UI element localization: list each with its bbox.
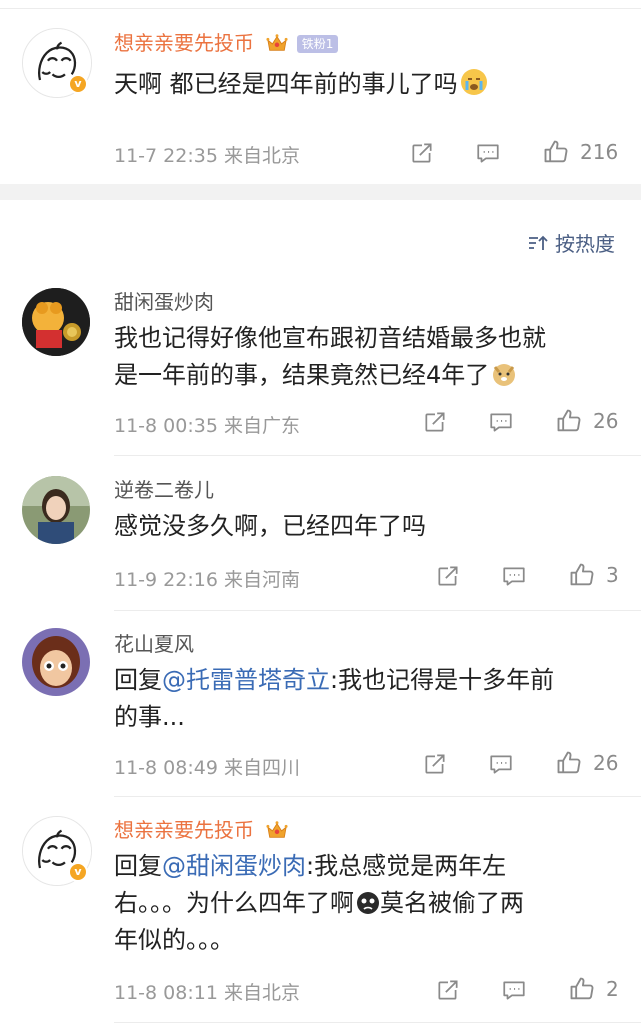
comment-text-fragment: :我也记得是十多年前 bbox=[330, 666, 555, 694]
comment-text-line: 的事... bbox=[114, 703, 185, 731]
comment-button[interactable] bbox=[488, 751, 514, 777]
comment-button[interactable] bbox=[475, 140, 501, 166]
comment-meta: 11-7 22:35 来自北京 bbox=[114, 141, 300, 168]
comment-location: 来自四川 bbox=[223, 757, 300, 779]
repost-icon bbox=[435, 977, 461, 1003]
like-icon bbox=[542, 138, 570, 166]
commenter-name[interactable]: 逆卷二卷儿 bbox=[114, 478, 214, 502]
like-icon bbox=[555, 407, 583, 435]
repost-button[interactable] bbox=[422, 751, 448, 777]
repost-button[interactable] bbox=[435, 977, 461, 1003]
commenter-name[interactable]: 想亲亲要先投币 bbox=[114, 818, 288, 842]
comment-text-line: 我也记得好像他宣布跟初音结婚最多也就 bbox=[114, 324, 546, 352]
mention-link[interactable]: @甜闲蛋炒肉 bbox=[162, 852, 306, 880]
fan-badge[interactable]: 铁粉1 bbox=[296, 35, 339, 53]
like-button[interactable]: 3 bbox=[568, 561, 619, 589]
reply-prefix: 回复 bbox=[114, 852, 162, 880]
like-icon bbox=[568, 975, 596, 1003]
like-count: 3 bbox=[606, 563, 619, 587]
divider bbox=[114, 1022, 641, 1023]
comment-text-line: 回复@托雷普塔奇立:我也记得是十多年前 bbox=[114, 662, 624, 699]
sort-icon bbox=[529, 235, 548, 250]
like-icon bbox=[568, 561, 596, 589]
comment-icon bbox=[501, 977, 527, 1003]
commenter-name-text[interactable]: 想亲亲要先投币 bbox=[114, 818, 254, 842]
comment-button[interactable] bbox=[488, 409, 514, 435]
sort-button[interactable]: 按热度 bbox=[527, 228, 615, 257]
avatar[interactable] bbox=[22, 288, 90, 356]
like-button[interactable]: 26 bbox=[555, 407, 618, 435]
comment-time: 11-7 22:35 bbox=[114, 145, 218, 167]
comment-button[interactable] bbox=[501, 563, 527, 589]
repost-icon bbox=[435, 563, 461, 589]
comment-text-line: 回复@甜闲蛋炒肉:我总感觉是两年左 bbox=[114, 848, 624, 885]
comment-text: 我也记得好像他宣布跟初音结婚最多也就 是一年前的事，结果竟然已经4年了 bbox=[114, 320, 624, 394]
doge-emoji-icon bbox=[493, 364, 516, 386]
like-count: 26 bbox=[593, 409, 619, 433]
comment-meta: 11-9 22:16 来自河南 bbox=[114, 565, 300, 592]
comment-text: 感觉没多久啊，已经四年了吗 bbox=[114, 512, 426, 540]
repost-button[interactable] bbox=[435, 563, 461, 589]
crown-icon bbox=[266, 820, 288, 840]
crying-emoji-icon bbox=[460, 69, 487, 95]
comment-location: 来自北京 bbox=[223, 982, 300, 1004]
comment-icon bbox=[501, 563, 527, 589]
comment-meta: 11-8 08:11 来自北京 bbox=[114, 978, 300, 1005]
commenter-name[interactable]: 甜闲蛋炒肉 bbox=[114, 290, 214, 314]
repost-button[interactable] bbox=[409, 140, 435, 166]
commenter-name[interactable]: 花山夏风 bbox=[114, 632, 194, 656]
divider bbox=[114, 455, 641, 456]
section-divider bbox=[0, 184, 641, 200]
comment-time: 11-8 08:49 bbox=[114, 757, 218, 779]
comment-text: 天啊 都已经是四年前的事儿了吗 bbox=[114, 66, 624, 103]
mention-link[interactable]: @托雷普塔奇立 bbox=[162, 666, 330, 694]
comment-text-fragment: 莫名被偷了两 bbox=[380, 889, 524, 917]
comment-time: 11-8 00:35 bbox=[114, 415, 218, 437]
comment-button[interactable] bbox=[501, 977, 527, 1003]
avatar[interactable] bbox=[22, 628, 90, 696]
comment-meta: 11-8 08:49 来自四川 bbox=[114, 753, 300, 780]
repost-icon bbox=[422, 751, 448, 777]
avatar[interactable] bbox=[22, 476, 90, 544]
like-count: 216 bbox=[580, 140, 619, 164]
reply-prefix: 回复 bbox=[114, 666, 162, 694]
verified-badge-icon: v bbox=[68, 74, 88, 94]
top-divider bbox=[0, 0, 641, 9]
comment-text: 回复@甜闲蛋炒肉:我总感觉是两年左 右。。。为什么四年了啊 莫名被偷了两 年似的。… bbox=[114, 848, 624, 959]
like-icon bbox=[555, 749, 583, 777]
comment-meta: 11-8 00:35 来自广东 bbox=[114, 411, 300, 438]
like-count: 26 bbox=[593, 751, 619, 775]
comment-location: 来自广东 bbox=[223, 415, 300, 437]
comment-text-fragment: :我总感觉是两年左 bbox=[306, 852, 507, 880]
comment-time: 11-8 08:11 bbox=[114, 982, 218, 1004]
comment-text-line: 右。。。为什么四年了啊 莫名被偷了两 bbox=[114, 885, 624, 922]
comment-icon bbox=[488, 409, 514, 435]
commenter-name[interactable]: 想亲亲要先投币 铁粉1 bbox=[114, 31, 339, 55]
repost-icon bbox=[422, 409, 448, 435]
like-button[interactable]: 2 bbox=[568, 975, 619, 1003]
like-count: 2 bbox=[606, 977, 619, 1001]
comment-text-line: 年似的。。。 bbox=[114, 926, 234, 954]
comment-text-line: 是一年前的事，结果竟然已经4年了 bbox=[114, 357, 624, 394]
divider bbox=[114, 796, 641, 797]
comment-text: 回复@托雷普塔奇立:我也记得是十多年前 的事... bbox=[114, 662, 624, 736]
comment-text-fragment: 是一年前的事，结果竟然已经4年了 bbox=[114, 361, 490, 389]
divider bbox=[114, 610, 641, 611]
verified-badge-icon: v bbox=[68, 862, 88, 882]
comment-time: 11-9 22:16 bbox=[114, 569, 218, 591]
comment-text-body: 天啊 都已经是四年前的事儿了吗 bbox=[114, 70, 458, 98]
repost-button[interactable] bbox=[422, 409, 448, 435]
comment-location: 来自河南 bbox=[223, 569, 300, 591]
sort-label: 按热度 bbox=[555, 232, 615, 256]
like-button[interactable]: 216 bbox=[542, 138, 618, 166]
comment-text-fragment: 右。。。为什么四年了啊 bbox=[114, 889, 354, 917]
repost-icon bbox=[409, 140, 435, 166]
comment-icon bbox=[488, 751, 514, 777]
sad-face-emoji-icon bbox=[357, 892, 379, 914]
comment-location: 来自北京 bbox=[223, 145, 300, 167]
commenter-name-text[interactable]: 想亲亲要先投币 bbox=[114, 31, 254, 55]
crown-icon bbox=[266, 33, 288, 53]
like-button[interactable]: 26 bbox=[555, 749, 618, 777]
comment-icon bbox=[475, 140, 501, 166]
